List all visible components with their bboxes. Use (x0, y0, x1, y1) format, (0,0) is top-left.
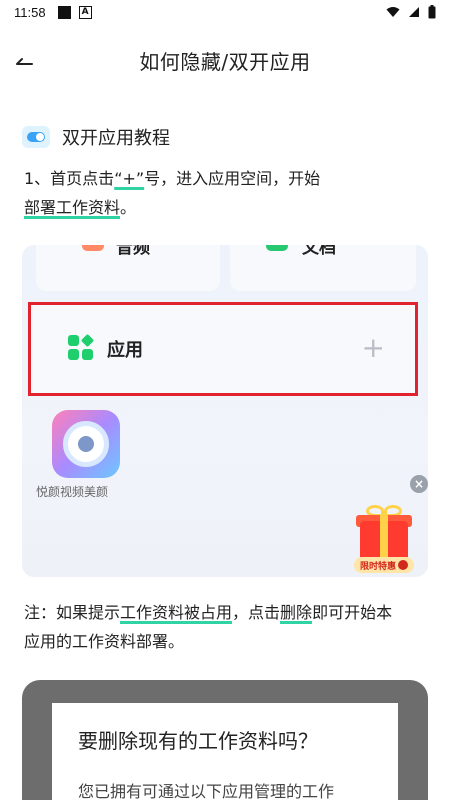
note-text-4: 应用的工作资料部署。 (24, 632, 185, 651)
note-occupied-highlight: 工作资料被占用 (120, 603, 233, 622)
gift-tag: 限时特惠 (354, 557, 414, 573)
section-title: 双开应用教程 (62, 128, 170, 149)
audio-icon (82, 245, 104, 251)
app-name: 悦颜视频美颜 (36, 485, 109, 499)
step1-deploy-highlight: 部署工作资料 (24, 198, 121, 217)
app-header: 如何隐藏/双开应用 (0, 34, 450, 86)
wifi-icon (386, 7, 400, 17)
status-bar: 11:58 A (0, 0, 450, 24)
beauty-camera-app-icon (52, 410, 120, 478)
plus-icon: + (361, 331, 385, 364)
note-delete-highlight: 删除 (280, 603, 313, 622)
document-label: 文档 (302, 245, 336, 258)
delete-profile-dialog: 要删除现有的工作资料吗？ 您已拥有可通过以下应用管理的工作 (52, 703, 398, 800)
document-icon (266, 245, 288, 251)
step1-text-3: 。 (120, 198, 137, 217)
grid-icon (68, 333, 95, 361)
gift-tag-text: 限时特惠 (359, 561, 396, 572)
document-tile: 文档 (230, 245, 416, 291)
note-text-2: ，点击 (232, 603, 281, 622)
status-time: 11:58 (14, 4, 46, 20)
a-badge-icon: A (78, 5, 92, 19)
note-text-1: 注：如果提示 (24, 603, 121, 622)
app-label: 应用 (107, 340, 143, 361)
audio-tile: 音频 (36, 245, 220, 291)
note-text-3: 即可开始本 (312, 603, 393, 622)
page-title: 如何隐藏/双开应用 (139, 49, 311, 74)
back-arrow-icon (16, 58, 33, 65)
dialog-body: 您已拥有可通过以下应用管理的工作 (78, 782, 335, 800)
step1-plus-highlight: “+” (114, 169, 145, 188)
gift-icon[interactable]: 限时特惠 (354, 505, 414, 575)
step1-paragraph: 1、首页点击“+”号，进入应用空间，开始 部署工作资料。 (24, 164, 428, 222)
back-button[interactable] (10, 46, 38, 74)
close-icon[interactable]: × (410, 475, 428, 493)
audio-label: 音频 (116, 245, 150, 258)
step1-text-1: 1、首页点击 (24, 169, 115, 188)
battery-icon (428, 5, 436, 19)
app-tile-highlighted: 应用 + (28, 302, 418, 396)
square-icon (57, 5, 71, 19)
note-paragraph: 注：如果提示工作资料被占用，点击删除即可开始本 应用的工作资料部署。 (24, 598, 428, 656)
signal-icon (409, 7, 419, 17)
toggle-icon (22, 126, 50, 148)
step1-text-2: 号，进入应用空间，开始 (144, 169, 321, 188)
section-heading: 双开应用教程 (22, 124, 170, 150)
dialog-title: 要删除现有的工作资料吗？ (78, 729, 318, 753)
